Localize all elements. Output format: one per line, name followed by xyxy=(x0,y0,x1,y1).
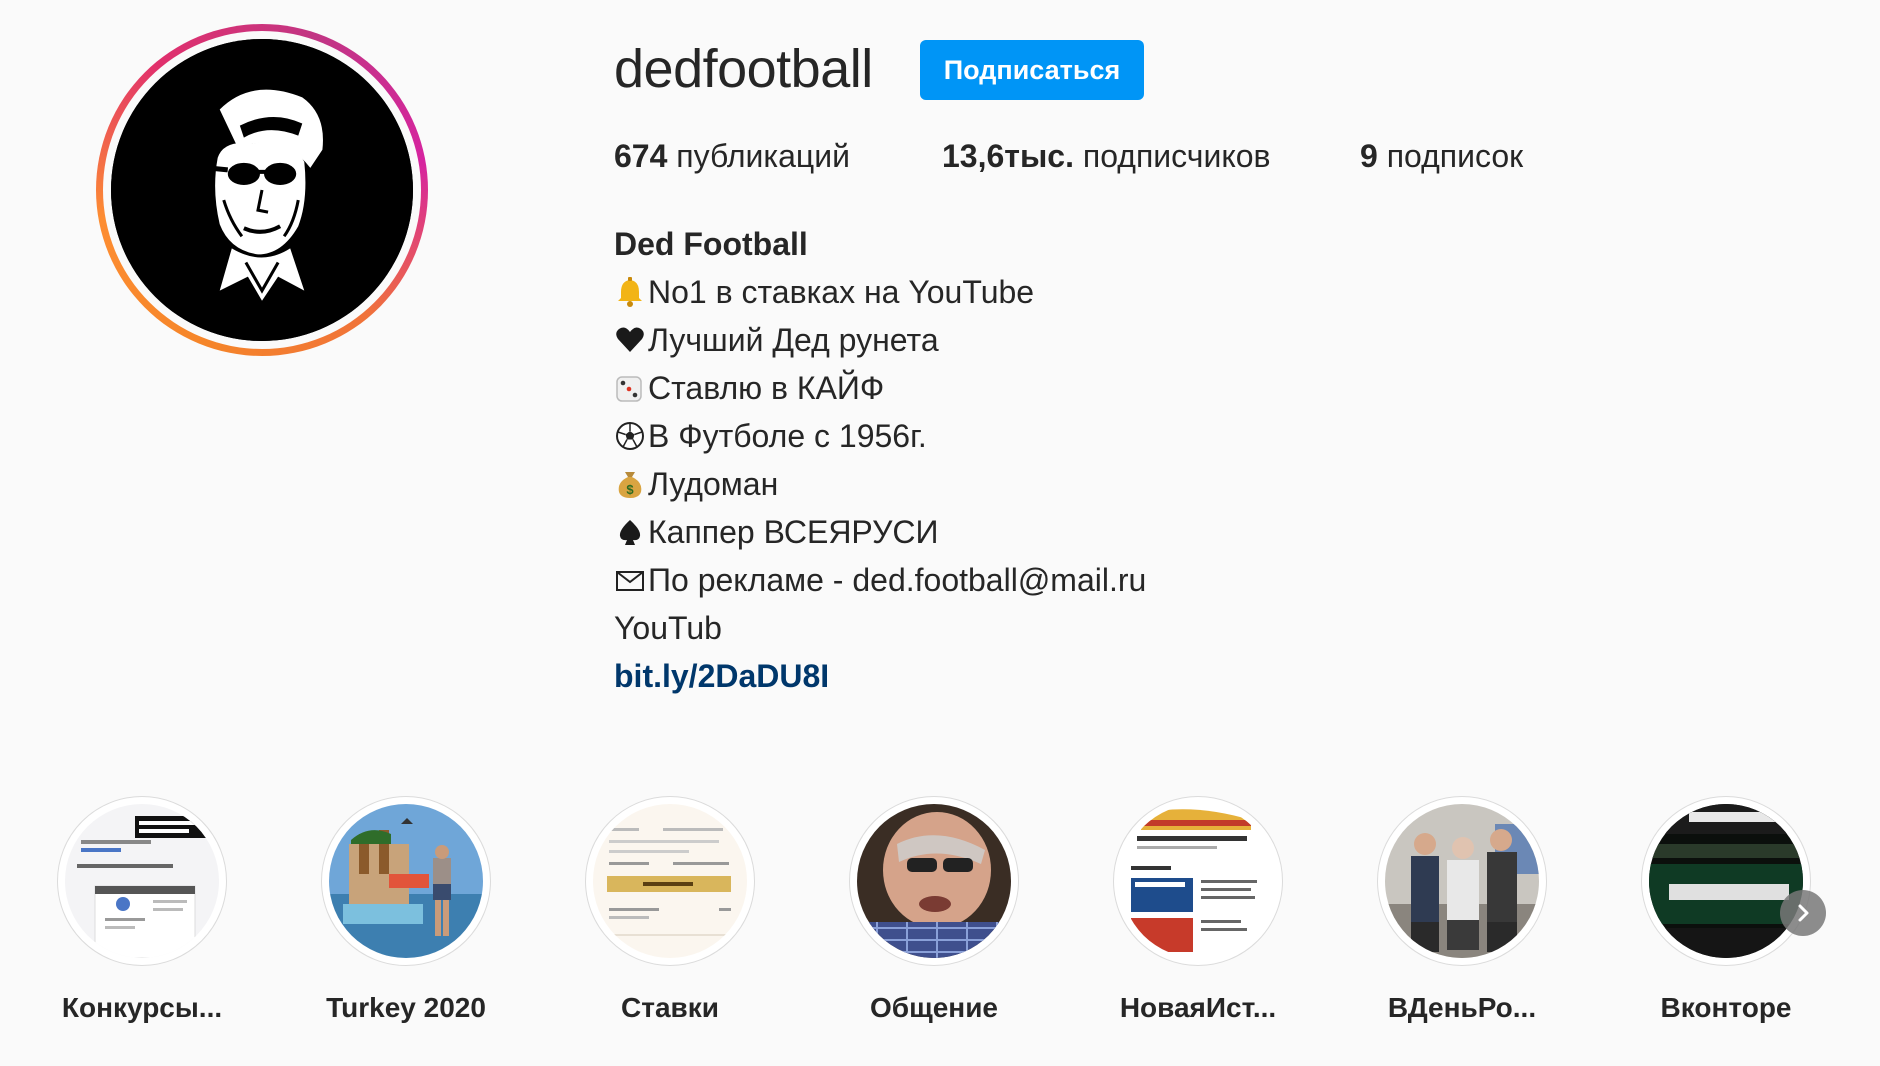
bio-line-text: Каппер ВСЕЯРУСИ xyxy=(648,514,939,550)
followers-label: подписчиков xyxy=(1073,138,1271,174)
soccer-ball-icon xyxy=(616,422,644,450)
highlight-ring xyxy=(585,796,755,966)
profile-avatar[interactable] xyxy=(111,39,413,341)
avatar-portrait-image xyxy=(111,39,413,341)
highlight-label: Вконторе xyxy=(1660,992,1792,1023)
highlight-label: Общение xyxy=(870,992,998,1023)
bio-full-name: Ded Football xyxy=(614,226,808,262)
highlight-ring xyxy=(321,796,491,966)
spade-icon xyxy=(619,520,641,545)
follow-button[interactable]: Подписаться xyxy=(920,40,1144,100)
highlight-label: НоваяИст... xyxy=(1119,992,1277,1023)
bio-line: Каппер ВСЕЯРУСИ xyxy=(614,508,1514,556)
bio-line-text: В Футболе с 1956г. xyxy=(648,418,927,454)
following-count: 9 xyxy=(1360,138,1378,174)
bell-icon xyxy=(618,277,642,307)
posts-count: 674 xyxy=(614,138,668,174)
highlight-ring xyxy=(1377,796,1547,966)
bio-line-text: По рекламе - ded.football@mail.ru xyxy=(648,562,1147,598)
bio-line: $ Лудоман xyxy=(614,460,1514,508)
highlight-cover xyxy=(1121,804,1275,958)
highlight-cover xyxy=(593,804,747,958)
bio-line: Ставлю в КАЙФ xyxy=(614,364,1514,412)
stat-following[interactable]: 9 подписок xyxy=(1360,138,1523,175)
bio-line: No1 в ставках на YouTube xyxy=(614,268,1514,316)
highlight-ring xyxy=(57,796,227,966)
chevron-right-icon xyxy=(1798,904,1809,922)
highlight-stavki[interactable]: Ставки xyxy=(570,796,770,1024)
highlight-label: Конкурсы... xyxy=(61,992,223,1023)
highlight-turkey-2020[interactable]: Turkey 2020 xyxy=(306,796,506,1024)
money-bag-icon: $ xyxy=(618,472,642,498)
highlight-label: Ставки xyxy=(621,992,719,1023)
bio-line: По рекламе - ded.football@mail.ru xyxy=(614,556,1514,604)
highlight-cover xyxy=(65,804,219,958)
following-label: подписок xyxy=(1377,138,1524,174)
highlight-cover xyxy=(1649,804,1803,958)
svg-text:$: $ xyxy=(626,482,634,497)
stat-posts: 674 публикаций xyxy=(614,138,850,175)
profile-username: dedfootball xyxy=(614,39,873,99)
dice-icon xyxy=(616,376,642,402)
bio-website-link[interactable]: bit.ly/2DaDU8I xyxy=(614,652,829,700)
profile-bio: Ded Football No1 в ставках на YouTube Лу… xyxy=(614,220,1514,700)
bio-line-text: Ставлю в КАЙФ xyxy=(648,370,885,406)
posts-label: публикаций xyxy=(667,138,850,174)
bio-line: Лучший Дед рунета xyxy=(614,316,1514,364)
highlights-next-button[interactable] xyxy=(1780,890,1826,936)
bio-youtube-text: YouTub xyxy=(614,610,722,646)
highlight-novaya-ist[interactable]: НоваяИст... xyxy=(1098,796,1298,1024)
highlight-ring xyxy=(1113,796,1283,966)
highlight-konkursy[interactable]: Конкурсы... xyxy=(42,796,242,1024)
heart-icon xyxy=(616,327,644,352)
highlight-obshchenie[interactable]: Общение xyxy=(834,796,1034,1024)
highlight-label: Turkey 2020 xyxy=(326,992,486,1023)
highlight-cover xyxy=(329,804,483,958)
stat-followers[interactable]: 13,6тыс. подписчиков xyxy=(942,138,1271,175)
highlight-label: ВДеньРо... xyxy=(1387,992,1537,1023)
bio-line: В Футболе с 1956г. xyxy=(614,412,1514,460)
bio-line-text: No1 в ставках на YouTube xyxy=(648,274,1035,310)
story-highlights: Конкурсы... Turkey 2020 Ставки Общение Н… xyxy=(0,796,1880,1066)
highlight-ring xyxy=(849,796,1019,966)
followers-count: 13,6тыс. xyxy=(942,138,1074,174)
avatar-gap xyxy=(103,31,421,349)
profile-avatar-ring[interactable] xyxy=(96,24,428,356)
envelope-icon xyxy=(616,571,644,591)
highlight-ring xyxy=(1641,796,1811,966)
highlight-vdenro[interactable]: ВДеньРо... xyxy=(1362,796,1562,1024)
highlight-cover xyxy=(857,804,1011,958)
bio-line-text: Лудоман xyxy=(648,466,779,502)
highlight-cover xyxy=(1385,804,1539,958)
bio-line-text: Лучший Дед рунета xyxy=(648,322,939,358)
